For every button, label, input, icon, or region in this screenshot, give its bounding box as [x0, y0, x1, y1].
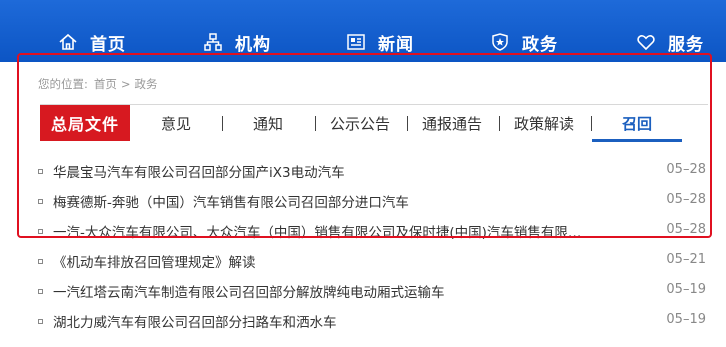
- breadcrumb-home-link[interactable]: 首页: [94, 76, 117, 92]
- org-chart-icon: [204, 33, 222, 51]
- nav-service-label: 服务: [668, 34, 704, 55]
- tab-bureau-docs[interactable]: 总局文件: [40, 105, 130, 141]
- tab-divider: [499, 116, 500, 131]
- list-item-date: 05–19: [666, 312, 706, 327]
- list-item[interactable]: 华晨宝马汽车有限公司召回部分国产iX3电动汽车 05–28: [38, 160, 706, 182]
- bullet-icon: [38, 198, 43, 204]
- nav-service[interactable]: 服务: [636, 27, 704, 57]
- home-icon: [59, 33, 77, 50]
- tab-divider: [315, 116, 316, 131]
- list-item-title[interactable]: 《机动车排放召回管理规定》解读: [53, 251, 256, 271]
- breadcrumb-current[interactable]: 政务: [135, 76, 158, 92]
- nav-news[interactable]: 新闻: [346, 27, 414, 57]
- list-item-title[interactable]: 湖北力威汽车有限公司召回部分扫路车和洒水车: [53, 311, 337, 331]
- bullet-icon: [38, 288, 43, 294]
- tab-notices[interactable]: 通知: [238, 105, 298, 141]
- nav-home[interactable]: 首页: [58, 27, 126, 57]
- list-item-title[interactable]: 梅赛德斯-奔驰（中国）汽车销售有限公司召回部分进口汽车: [53, 191, 409, 211]
- tab-bulletins[interactable]: 通报通告: [416, 105, 488, 141]
- list-item-date: 05–19: [666, 282, 706, 297]
- heart-icon: [637, 35, 655, 51]
- nav-affairs-label: 政务: [522, 34, 558, 55]
- list-item-date: 05–28: [666, 192, 706, 207]
- list-item[interactable]: 湖北力威汽车有限公司召回部分扫路车和洒水车 05–19: [38, 310, 706, 332]
- bullet-icon: [38, 168, 43, 174]
- list-item[interactable]: 一汽红塔云南汽车制造有限公司召回部分解放牌纯电动厢式运输车 05–19: [38, 280, 706, 302]
- list-item-date: 05–28: [666, 222, 706, 237]
- bullet-icon: [38, 228, 43, 234]
- tab-policy-interpretation[interactable]: 政策解读: [508, 105, 580, 141]
- tab-divider: [222, 116, 223, 131]
- nav-org[interactable]: 机构: [203, 27, 271, 57]
- tab-divider: [407, 116, 408, 131]
- tab-recall[interactable]: 召回: [608, 105, 666, 141]
- nav-home-label: 首页: [90, 34, 126, 55]
- list-item-title[interactable]: 一汽红塔云南汽车制造有限公司召回部分解放牌纯电动厢式运输车: [53, 281, 445, 301]
- nav-news-label: 新闻: [378, 34, 414, 55]
- list-item[interactable]: 一汽-大众汽车有限公司、大众汽车（中国）销售有限公司及保时捷(中国)汽车销售有限…: [38, 220, 706, 242]
- breadcrumb: 您的位置: 首页 > 政务: [38, 76, 158, 92]
- newspaper-icon: [347, 34, 365, 50]
- tab-opinions[interactable]: 意见: [147, 105, 205, 141]
- bullet-icon: [38, 258, 43, 264]
- breadcrumb-prefix: 您的位置:: [38, 77, 88, 91]
- list-item-date: 05–28: [666, 162, 706, 177]
- list-item[interactable]: 《机动车排放召回管理规定》解读 05–21: [38, 250, 706, 272]
- tab-public-announcements[interactable]: 公示公告: [325, 105, 395, 141]
- category-tabs: 总局文件 意见 通知 公示公告 通报通告 政策解读 召回: [40, 104, 708, 142]
- list-item[interactable]: 梅赛德斯-奔驰（中国）汽车销售有限公司召回部分进口汽车 05–28: [38, 190, 706, 212]
- top-nav: 首页 机构 新闻 政务 服务: [0, 0, 726, 62]
- tab-divider: [591, 116, 592, 131]
- nav-org-label: 机构: [235, 34, 271, 55]
- list-item-title[interactable]: 华晨宝马汽车有限公司召回部分国产iX3电动汽车: [53, 161, 345, 181]
- list-item-title[interactable]: 一汽-大众汽车有限公司、大众汽车（中国）销售有限公司及保时捷(中国)汽车销售有限…: [53, 221, 593, 241]
- shield-star-icon: [492, 33, 508, 51]
- list-item-date: 05–21: [666, 252, 706, 267]
- active-tab-underline: [592, 139, 682, 142]
- bullet-icon: [38, 318, 43, 324]
- nav-affairs[interactable]: 政务: [490, 27, 558, 57]
- breadcrumb-separator: >: [120, 77, 131, 91]
